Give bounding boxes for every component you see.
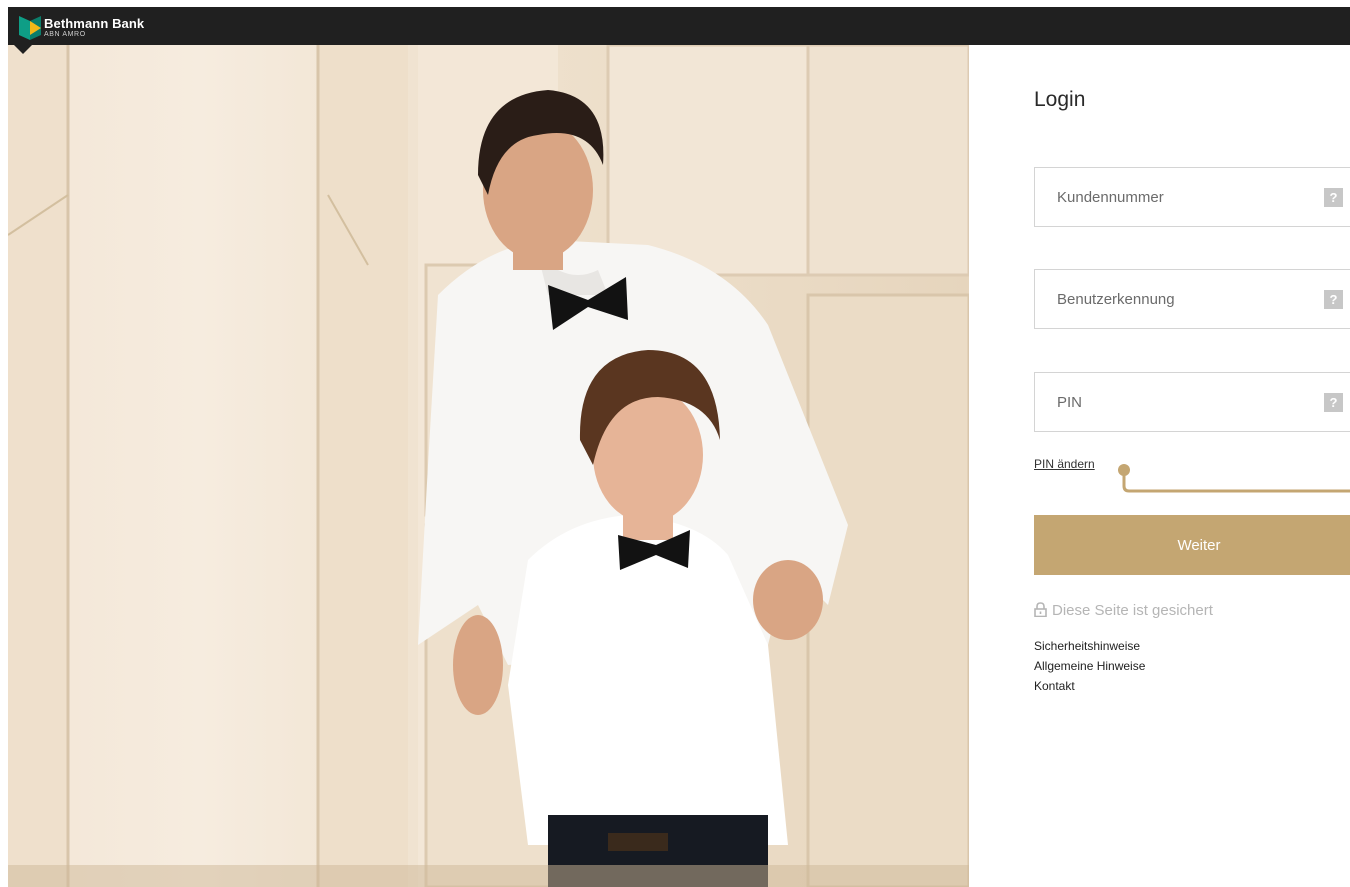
hero-photo bbox=[8, 45, 969, 887]
customer-number-input[interactable] bbox=[1035, 168, 1315, 226]
bethmann-logo[interactable]: Bethmann Bank ABN AMRO bbox=[18, 15, 208, 41]
general-notes-link[interactable]: Allgemeine Hinweise bbox=[1034, 656, 1145, 676]
bethmann-logo-icon bbox=[19, 16, 41, 40]
pin-field[interactable]: ? bbox=[1034, 372, 1350, 432]
page-margin bbox=[0, 0, 8, 887]
pin-input[interactable] bbox=[1035, 373, 1315, 431]
secure-notice: Diese Seite ist gesichert bbox=[1034, 602, 1213, 619]
help-icon[interactable]: ? bbox=[1324, 393, 1343, 412]
security-notes-link[interactable]: Sicherheitshinweise bbox=[1034, 636, 1145, 656]
help-icon[interactable]: ? bbox=[1324, 290, 1343, 309]
connector-line-decoration bbox=[1118, 464, 1350, 493]
user-id-input[interactable] bbox=[1035, 270, 1315, 328]
brand-name: Bethmann Bank bbox=[44, 16, 145, 31]
contact-link[interactable]: Kontakt bbox=[1034, 676, 1145, 696]
lock-icon bbox=[1034, 602, 1047, 617]
continue-button[interactable]: Weiter bbox=[1034, 515, 1350, 575]
customer-number-field[interactable]: ? bbox=[1034, 167, 1350, 227]
secure-notice-label: Diese Seite ist gesichert bbox=[1052, 602, 1213, 619]
login-panel: Login ? ? ? PIN ändern Weiter Diese Seit… bbox=[969, 45, 1350, 887]
login-title: Login bbox=[1034, 88, 1086, 111]
help-icon[interactable]: ? bbox=[1324, 188, 1343, 207]
pin-change-link[interactable]: PIN ändern bbox=[1034, 457, 1095, 471]
footer-links: Sicherheitshinweise Allgemeine Hinweise … bbox=[1034, 636, 1145, 696]
header-notch bbox=[14, 45, 32, 54]
brand-subtitle: ABN AMRO bbox=[44, 31, 86, 38]
top-bar: Bethmann Bank ABN AMRO bbox=[8, 7, 1350, 45]
user-id-field[interactable]: ? bbox=[1034, 269, 1350, 329]
